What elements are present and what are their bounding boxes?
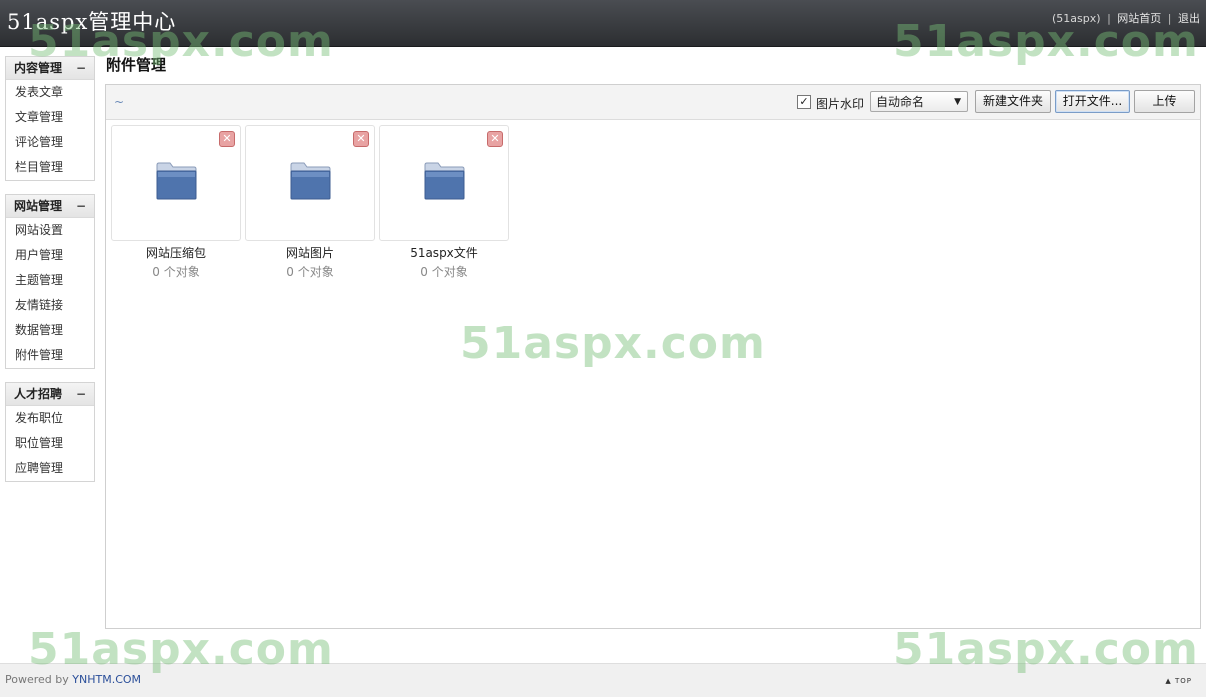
folder-tile[interactable]: ✕ 51aspx文件 0 个对象 bbox=[379, 125, 509, 280]
collapse-icon[interactable]: − bbox=[76, 195, 86, 217]
menu-head-label: 网站管理 bbox=[14, 199, 63, 213]
folder-icon[interactable] bbox=[156, 162, 197, 200]
folder-tile-box[interactable]: ✕ bbox=[111, 125, 241, 241]
menu-group-site: 网站管理 − 网站设置 用户管理 主题管理 友情链接 数据管理 附件管理 bbox=[5, 194, 95, 369]
folder-name[interactable]: 网站压缩包 bbox=[111, 244, 241, 261]
folder-icon[interactable] bbox=[290, 162, 331, 200]
top-links: (51aspx) | 网站首页 | 退出 bbox=[1052, 10, 1200, 26]
delete-icon[interactable]: ✕ bbox=[219, 131, 235, 147]
sidebar-item-user-manage[interactable]: 用户管理 bbox=[6, 243, 94, 268]
menu-head-recruit[interactable]: 人才招聘 − bbox=[6, 383, 94, 406]
sidebar-item-application-manage[interactable]: 应聘管理 bbox=[6, 456, 94, 481]
file-manager-panel: ~ ✓ 图片水印 自动命名 ▼ 新建文件夹 打开文件... 上传 ✕ 网站压缩包… bbox=[105, 84, 1201, 629]
folder-object-count: 0 个对象 bbox=[420, 265, 468, 279]
menu-group-content: 内容管理 − 发表文章 文章管理 评论管理 栏目管理 bbox=[5, 56, 95, 181]
delete-icon[interactable]: ✕ bbox=[487, 131, 503, 147]
naming-select[interactable]: 自动命名 ▼ bbox=[870, 91, 968, 112]
separator: | bbox=[1107, 12, 1111, 25]
file-toolbar: ~ ✓ 图片水印 自动命名 ▼ 新建文件夹 打开文件... 上传 bbox=[106, 85, 1200, 120]
logout-link[interactable]: 退出 bbox=[1178, 12, 1200, 25]
watermark-checkbox[interactable]: ✓ bbox=[797, 95, 811, 109]
page-title: 附件管理 bbox=[106, 56, 167, 74]
sidebar-item-article-manage[interactable]: 文章管理 bbox=[6, 105, 94, 130]
folder-object-count: 0 个对象 bbox=[152, 265, 200, 279]
sidebar-item-job-manage[interactable]: 职位管理 bbox=[6, 431, 94, 456]
chevron-down-icon: ▼ bbox=[954, 97, 961, 107]
top-header: 51aspx管理中心 (51aspx) | 网站首页 | 退出 bbox=[0, 0, 1206, 47]
folder-icon[interactable] bbox=[424, 162, 465, 200]
menu-head-label: 内容管理 bbox=[14, 61, 63, 75]
powered-by-brand-link[interactable]: YNHTM.COM bbox=[72, 673, 141, 686]
menu-group-recruit: 人才招聘 − 发布职位 职位管理 应聘管理 bbox=[5, 382, 95, 482]
sidebar-item-friend-links[interactable]: 友情链接 bbox=[6, 293, 94, 318]
separator: | bbox=[1167, 12, 1172, 25]
current-path[interactable]: ~ bbox=[114, 95, 124, 109]
menu-head-content[interactable]: 内容管理 − bbox=[6, 57, 94, 80]
folder-name[interactable]: 网站图片 bbox=[245, 244, 375, 261]
back-to-top-link[interactable]: ▲ TOP bbox=[1165, 677, 1192, 685]
folder-tile-box[interactable]: ✕ bbox=[245, 125, 375, 241]
folder-name[interactable]: 51aspx文件 bbox=[379, 244, 509, 261]
site-home-link[interactable]: 网站首页 bbox=[1117, 12, 1161, 25]
collapse-icon[interactable]: − bbox=[76, 57, 86, 79]
collapse-icon[interactable]: − bbox=[76, 383, 86, 405]
current-user: (51aspx) bbox=[1052, 12, 1101, 25]
open-file-button[interactable]: 打开文件... bbox=[1055, 90, 1130, 113]
sidebar-item-site-settings[interactable]: 网站设置 bbox=[6, 218, 94, 243]
sidebar-item-post-article[interactable]: 发表文章 bbox=[6, 80, 94, 105]
sidebar-item-post-job[interactable]: 发布职位 bbox=[6, 406, 94, 431]
folder-tile[interactable]: ✕ 网站图片 0 个对象 bbox=[245, 125, 375, 280]
sidebar-item-column-manage[interactable]: 栏目管理 bbox=[6, 155, 94, 180]
naming-select-value: 自动命名 bbox=[876, 95, 925, 109]
menu-head-site[interactable]: 网站管理 − bbox=[6, 195, 94, 218]
sidebar: 内容管理 − 发表文章 文章管理 评论管理 栏目管理 网站管理 − 网站设置 用… bbox=[5, 56, 95, 495]
sidebar-item-attachment-manage[interactable]: 附件管理 bbox=[6, 343, 94, 368]
powered-by: Powered by YNHTM.COM bbox=[5, 673, 141, 686]
folder-object-count: 0 个对象 bbox=[286, 265, 334, 279]
footer: Powered by YNHTM.COM ▲ TOP bbox=[0, 663, 1206, 697]
menu-head-label: 人才招聘 bbox=[14, 387, 63, 401]
powered-by-prefix: Powered by bbox=[5, 673, 69, 686]
upload-button[interactable]: 上传 bbox=[1134, 90, 1195, 113]
delete-icon[interactable]: ✕ bbox=[353, 131, 369, 147]
app-title: 51aspx管理中心 bbox=[7, 10, 177, 34]
sidebar-item-theme-manage[interactable]: 主题管理 bbox=[6, 268, 94, 293]
folder-tile[interactable]: ✕ 网站压缩包 0 个对象 bbox=[111, 125, 241, 280]
sidebar-item-data-manage[interactable]: 数据管理 bbox=[6, 318, 94, 343]
new-folder-button[interactable]: 新建文件夹 bbox=[975, 90, 1051, 113]
watermark-label[interactable]: 图片水印 bbox=[816, 95, 864, 112]
folder-tile-box[interactable]: ✕ bbox=[379, 125, 509, 241]
sidebar-item-comment-manage[interactable]: 评论管理 bbox=[6, 130, 94, 155]
